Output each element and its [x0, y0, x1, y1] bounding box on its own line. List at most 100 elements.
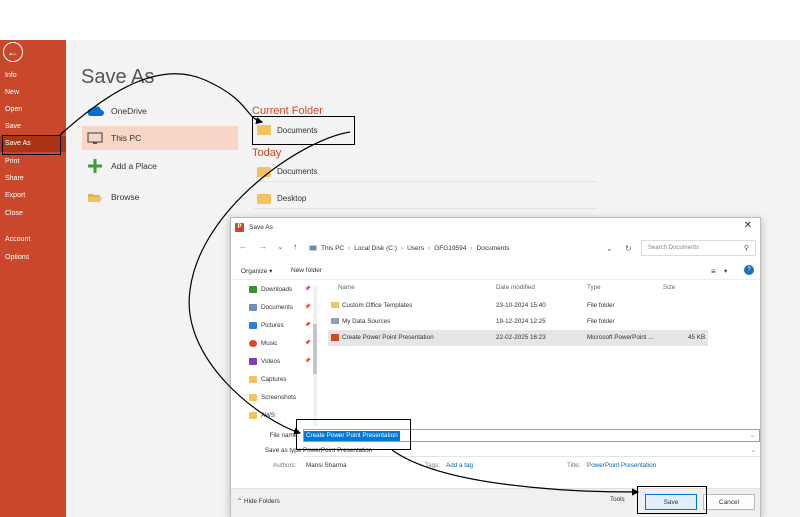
file-row-selected[interactable]: Create Power Point Presentation 22-02-20… [328, 330, 708, 346]
column-header-date[interactable]: Date modified [496, 284, 535, 291]
nav-item-downloads[interactable]: Downloads 📌 [249, 280, 315, 298]
search-input[interactable]: Search Documents ⚲ [641, 240, 756, 256]
sidebar-item-options[interactable]: Options [0, 250, 66, 266]
today-folder-item[interactable]: Documents [253, 162, 597, 182]
navigation-pane: Downloads 📌 Documents 📌 Pictures 📌 Music 📌 V… [245, 280, 315, 430]
computer-icon [85, 131, 105, 145]
hide-folders-label: Hide Folders [244, 498, 280, 505]
up-icon[interactable]: ↑ [293, 242, 297, 251]
nav-label: Downloads [261, 285, 293, 293]
file-name: Create Power Point Presentation [342, 334, 434, 341]
nav-item-documents[interactable]: Documents 📌 [249, 298, 315, 316]
dialog-title: Save As [249, 223, 273, 231]
sidebar-item-new[interactable]: New [0, 85, 66, 101]
sidebar-item-export[interactable]: Export [0, 188, 66, 204]
sidebar-item-close[interactable]: Close [0, 206, 66, 222]
folder-icon [257, 193, 271, 204]
file-row[interactable]: Custom Office Templates 23-10-2024 15:40… [328, 298, 708, 314]
file-row[interactable]: My Data Sources 19-12-2024 12:25 File fo… [328, 314, 708, 330]
nav-item-screenshots[interactable]: Screenshots [249, 388, 315, 406]
location-onedrive[interactable]: OneDrive [82, 99, 238, 123]
cancel-button[interactable]: Cancel [703, 494, 755, 510]
folder-icon [249, 393, 257, 401]
file-type: Microsoft PowerPoint ... [587, 334, 654, 341]
annotation-box-file-name [296, 419, 411, 450]
nav-scrollbar-thumb[interactable] [313, 324, 317, 374]
today-folder-item[interactable]: Desktop [253, 189, 597, 209]
refresh-icon[interactable]: ↻ [625, 244, 632, 253]
location-add-place[interactable]: Add a Place [82, 154, 238, 178]
recent-dropdown-icon[interactable]: ⌄ [277, 242, 284, 251]
file-date: 22-02-2025 16:23 [496, 334, 546, 341]
pin-icon: 📌 [304, 358, 311, 364]
nav-item-videos[interactable]: Videos 📌 [249, 352, 315, 370]
top-band [0, 0, 800, 40]
folder-icon [249, 375, 257, 383]
chevron-down-icon[interactable]: ⌄ [606, 244, 613, 253]
chevron-down-icon[interactable]: ⌄ [750, 432, 755, 439]
folder-icon [331, 302, 339, 308]
dialog-title-bar: P Save As ✕ [231, 218, 760, 236]
chevron-down-icon[interactable]: ▾ [724, 267, 727, 275]
breadcrumb-item[interactable]: Documents [477, 245, 510, 252]
nav-label: Screenshots [261, 393, 297, 401]
search-placeholder: Search Documents [648, 245, 700, 251]
sidebar-item-info[interactable]: Info [0, 68, 66, 84]
sidebar-item-open[interactable]: Open [0, 102, 66, 118]
view-options-icon[interactable]: ≡ [711, 267, 716, 276]
tags-label: Tags: [425, 462, 441, 469]
pin-icon: 📌 [304, 286, 311, 292]
location-this-pc[interactable]: This PC [82, 126, 238, 150]
new-folder-button[interactable]: New folder [291, 267, 322, 274]
location-browse[interactable]: Browse [82, 185, 238, 209]
powerpoint-logo-icon: P [235, 222, 244, 232]
pin-icon: 📌 [304, 322, 311, 328]
authors-value[interactable]: Mansi Sharma [306, 462, 347, 469]
annotation-box-save-as [2, 135, 61, 155]
breadcrumb[interactable]: This PC › Local Disk (C:) › Users › GFG1959… [309, 240, 639, 256]
arrow-left-icon[interactable]: ← [3, 42, 23, 62]
sidebar-item-print[interactable]: Print [0, 154, 66, 170]
column-header-type[interactable]: Type [587, 284, 601, 291]
breadcrumb-item[interactable]: Users [407, 245, 424, 252]
forward-icon[interactable]: → [259, 242, 267, 251]
organize-button[interactable]: Organize ▾ [241, 267, 272, 275]
column-header-name[interactable]: Name [338, 284, 355, 291]
back-icon[interactable]: ← [239, 242, 247, 251]
sidebar-item-save[interactable]: Save [0, 119, 66, 135]
search-icon[interactable]: ⚲ [744, 244, 749, 252]
documents-icon [249, 303, 257, 311]
tools-button[interactable]: Tools [610, 496, 625, 503]
powerpoint-file-icon [331, 334, 339, 341]
sidebar-item-share[interactable]: Share [0, 171, 66, 187]
nav-item-captures[interactable]: Captures [249, 370, 315, 388]
nav-label: AWS [261, 411, 276, 419]
column-header-size[interactable]: Size [663, 284, 675, 291]
pin-icon: 📌 [304, 340, 311, 346]
computer-icon [309, 245, 317, 250]
chevron-down-icon[interactable]: ⌄ [751, 447, 756, 454]
folder-label: Documents [277, 167, 318, 176]
title-input[interactable]: PowerPoint Presentation [587, 462, 656, 469]
nav-item-pictures[interactable]: Pictures 📌 [249, 316, 315, 334]
hide-folders-button[interactable]: ⌃ Hide Folders [237, 498, 280, 505]
nav-label: Pictures [261, 321, 284, 329]
sidebar-item-account[interactable]: Account [0, 232, 66, 248]
location-label: Add a Place [111, 161, 157, 171]
nav-label: Videos [261, 357, 281, 365]
music-icon [249, 339, 257, 347]
annotation-box-save [637, 486, 707, 514]
file-date: 23-10-2024 15:40 [496, 302, 546, 309]
breadcrumb-item[interactable]: This PC [321, 245, 344, 252]
nav-item-music[interactable]: Music 📌 [249, 334, 315, 352]
file-date: 19-12-2024 12:25 [496, 318, 546, 325]
breadcrumb-item[interactable]: GFG19594 [434, 245, 466, 252]
cloud-icon [85, 105, 105, 117]
close-icon[interactable]: ✕ [744, 220, 752, 231]
help-icon[interactable]: ? [744, 265, 754, 275]
tags-input[interactable]: Add a tag [446, 462, 473, 469]
annotation-box-documents [252, 116, 355, 145]
location-label: This PC [111, 133, 142, 143]
title-label: Title: [567, 462, 581, 469]
breadcrumb-item[interactable]: Local Disk (C:) [354, 245, 397, 252]
